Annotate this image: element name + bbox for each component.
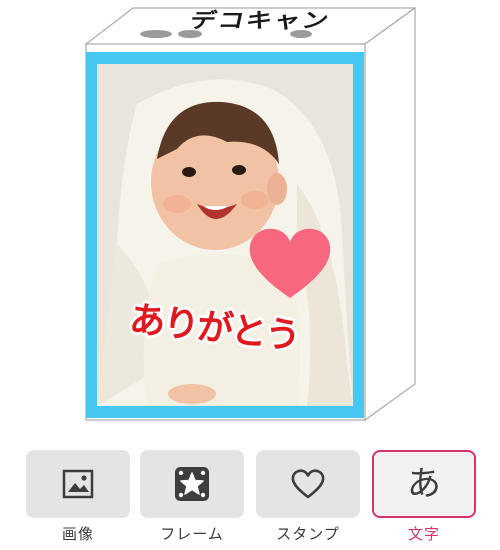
tool-label-stamp: スタンプ [276, 525, 340, 543]
tool-frame[interactable]: フレーム [140, 450, 244, 544]
tool-label-text: 文字 [407, 525, 440, 543]
tool-label-image: 画像 [61, 525, 94, 543]
frame-button[interactable] [140, 450, 244, 518]
image-button[interactable] [26, 450, 130, 518]
image-icon [62, 469, 94, 499]
box-preview: デコキャン ありがとう [0, 0, 500, 440]
tool-label-frame: フレーム [160, 525, 224, 543]
editor-toolbar: 画像 フレーム スタンプ あ 文字 [0, 450, 500, 550]
heart-sticker[interactable] [248, 226, 332, 300]
frame-star-icon [175, 467, 209, 501]
moji-icon: あ [407, 464, 441, 504]
heart-outline-icon [291, 469, 325, 499]
tool-text[interactable]: あ 文字 [372, 450, 476, 544]
tool-image[interactable]: 画像 [26, 450, 130, 544]
tool-stamp[interactable]: スタンプ [256, 450, 360, 544]
stamp-button[interactable] [256, 450, 360, 518]
text-button[interactable]: あ [372, 450, 476, 518]
logo-decoration [140, 30, 380, 40]
